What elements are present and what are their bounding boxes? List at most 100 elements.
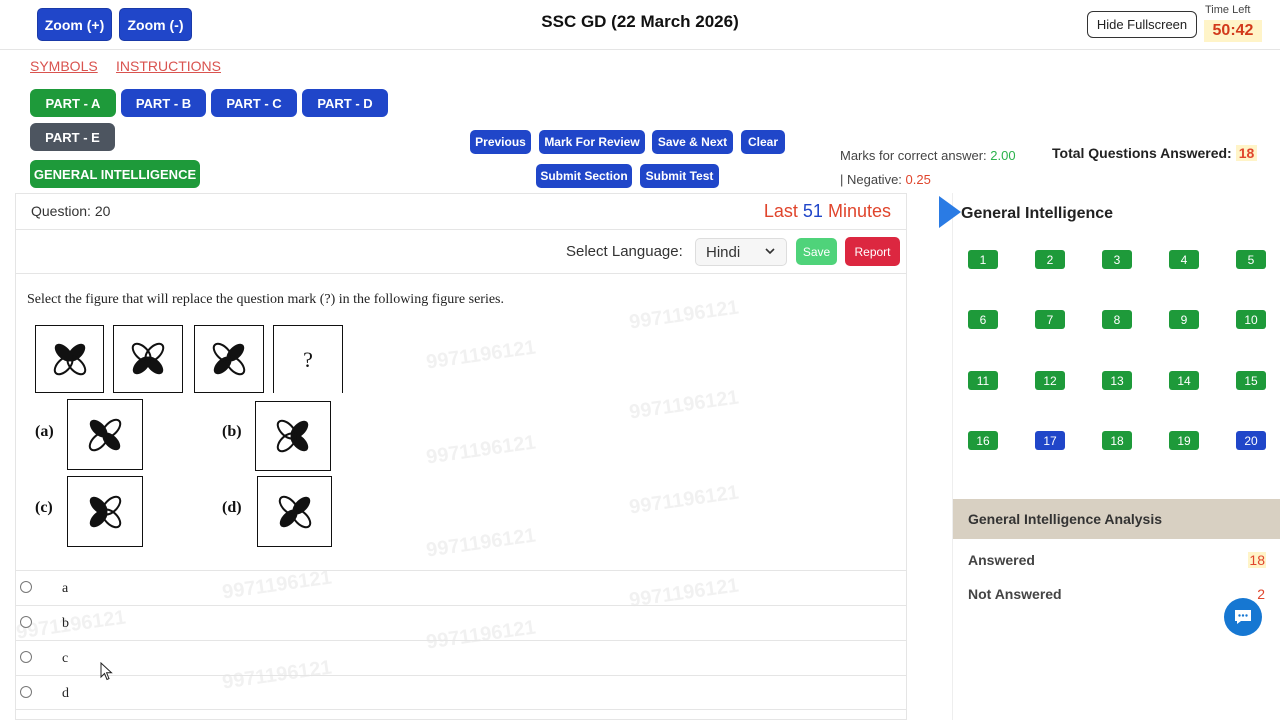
question-button-12[interactable]: 12	[1035, 371, 1065, 390]
previous-button[interactable]: Previous	[470, 130, 531, 154]
question-button-7[interactable]: 7	[1035, 310, 1065, 329]
not-answered-row: Not Answered 2	[968, 586, 1266, 602]
answer-figure-d	[257, 476, 332, 547]
chat-icon	[1235, 610, 1251, 624]
question-button-15[interactable]: 15	[1236, 371, 1266, 390]
problem-figure-1	[35, 325, 104, 393]
save-next-button[interactable]: Save & Next	[652, 130, 733, 154]
timer: 50:42	[1204, 20, 1262, 42]
option-radio-b[interactable]	[20, 616, 32, 628]
answered-value: 18	[1248, 552, 1266, 568]
problem-figure-2	[113, 325, 183, 393]
report-button[interactable]: Report	[845, 237, 900, 266]
time-notice-minutes: 51	[802, 201, 823, 221]
question-button-9[interactable]: 9	[1169, 310, 1199, 329]
play-arrow-icon	[939, 196, 961, 228]
problem-figure-question: ?	[273, 325, 343, 393]
watermark: 9971196121	[627, 386, 741, 424]
time-notice-suffix: Minutes	[827, 201, 891, 221]
question-button-5[interactable]: 5	[1236, 250, 1266, 269]
question-button-19[interactable]: 19	[1169, 431, 1199, 450]
figure-label-a: (a)	[35, 423, 54, 440]
question-palette-panel: General Intelligence 1 2 3 4 5 6 7 8 9 10 11 12 13 14…	[939, 193, 1280, 720]
flower-figure-icon	[88, 418, 122, 451]
option-row-a[interactable]: a	[16, 570, 906, 605]
part-b-button[interactable]: PART - B	[121, 89, 206, 117]
symbols-link[interactable]: SYMBOLS	[30, 58, 98, 74]
problem-figure-3	[194, 325, 264, 393]
flower-figure-icon	[53, 343, 86, 376]
marks-correct-label: Marks for correct answer:	[840, 148, 987, 163]
question-button-8[interactable]: 8	[1102, 310, 1132, 329]
zoom-in-button[interactable]: Zoom (+)	[37, 8, 112, 41]
option-label-a: a	[62, 581, 69, 596]
question-button-14[interactable]: 14	[1169, 371, 1199, 390]
hide-fullscreen-button[interactable]: Hide Fullscreen	[1087, 11, 1197, 38]
question-button-3[interactable]: 3	[1102, 250, 1132, 269]
not-answered-value: 2	[1257, 586, 1265, 602]
flower-figure-icon	[131, 342, 165, 375]
flower-figure-icon	[89, 495, 122, 528]
question-button-18[interactable]: 18	[1102, 431, 1132, 450]
mark-for-review-button[interactable]: Mark For Review	[539, 130, 645, 154]
marks-info: Marks for correct answer: 2.00 | Negativ…	[840, 144, 1050, 192]
question-button-2[interactable]: 2	[1035, 250, 1065, 269]
figure-label-d: (d)	[222, 499, 242, 516]
part-a-button[interactable]: PART - A	[30, 89, 116, 117]
clear-button[interactable]: Clear	[741, 130, 785, 154]
question-button-17[interactable]: 17	[1035, 431, 1065, 450]
language-bar: Select Language: Hindi Save Report	[16, 230, 906, 274]
question-button-11[interactable]: 11	[968, 371, 998, 390]
answered-row: Answered 18	[968, 552, 1266, 568]
flower-figure-icon	[212, 342, 246, 376]
option-label-b: b	[62, 616, 69, 631]
submit-section-button[interactable]: Submit Section	[536, 164, 632, 188]
figure-label-c: (c)	[35, 499, 53, 516]
question-button-4[interactable]: 4	[1169, 250, 1199, 269]
option-label-d: d	[62, 686, 69, 701]
language-value: Hindi	[706, 243, 741, 261]
analysis-title: General Intelligence Analysis	[953, 499, 1280, 539]
marks-negative-label: | Negative:	[840, 172, 902, 187]
chevron-down-icon	[764, 242, 776, 263]
instructions-link[interactable]: INSTRUCTIONS	[116, 58, 221, 74]
flower-figure-icon	[276, 419, 309, 453]
option-label-c: c	[62, 651, 69, 666]
answer-figure-a	[67, 399, 143, 470]
question-panel: 9971196121 9971196121 9971196121 9971196…	[15, 193, 907, 720]
question-button-16[interactable]: 16	[968, 431, 998, 450]
question-button-13[interactable]: 13	[1102, 371, 1132, 390]
part-d-button[interactable]: PART - D	[302, 89, 388, 117]
marks-correct-value: 2.00	[990, 148, 1016, 163]
watermark: 9971196121	[424, 524, 538, 562]
marks-negative-value: 0.25	[905, 172, 931, 187]
option-row-c[interactable]: c	[16, 640, 906, 675]
zoom-out-button[interactable]: Zoom (-)	[119, 8, 192, 41]
chat-button[interactable]	[1224, 598, 1262, 636]
flower-figure-icon	[278, 495, 311, 528]
option-row-d[interactable]: d	[16, 675, 906, 710]
language-select[interactable]: Hindi	[695, 238, 787, 266]
option-radio-d[interactable]	[20, 686, 32, 698]
part-c-button[interactable]: PART - C	[211, 89, 297, 117]
question-button-1[interactable]: 1	[968, 250, 998, 269]
answered-label: Answered	[968, 552, 1035, 568]
mouse-cursor-icon	[100, 661, 114, 687]
question-button-10[interactable]: 10	[1236, 310, 1266, 329]
watermark: 9971196121	[424, 336, 538, 374]
time-notice-prefix: Last	[763, 201, 798, 221]
option-radio-c[interactable]	[20, 651, 32, 663]
time-notice: Last 51 Minutes	[764, 201, 891, 222]
question-button-20[interactable]: 20	[1236, 431, 1266, 450]
save-language-button[interactable]: Save	[796, 238, 837, 265]
question-header: Question: 20 Last 51 Minutes	[16, 194, 906, 230]
question-mark: ?	[303, 346, 313, 372]
option-row-b[interactable]: b	[16, 605, 906, 640]
question-button-6[interactable]: 6	[968, 310, 998, 329]
submit-test-button[interactable]: Submit Test	[640, 164, 719, 188]
total-answered-label: Total Questions Answered:	[1052, 145, 1232, 161]
total-answered-value: 18	[1235, 145, 1258, 161]
part-e-button[interactable]: PART - E	[30, 123, 115, 151]
section-general-intelligence[interactable]: GENERAL INTELLIGENCE	[30, 160, 200, 188]
option-radio-a[interactable]	[20, 581, 32, 593]
